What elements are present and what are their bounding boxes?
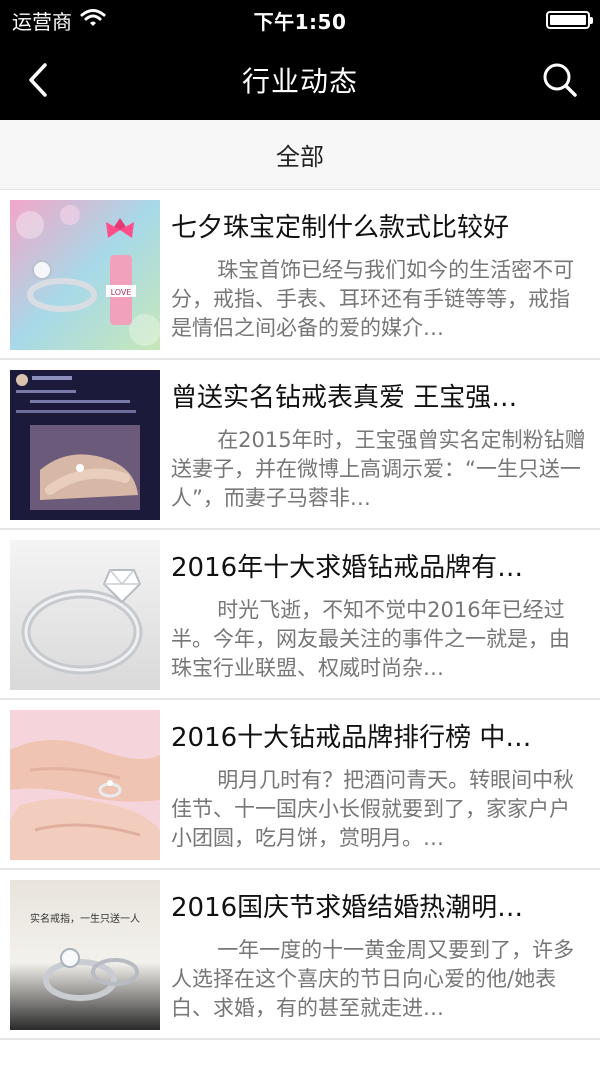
article-thumbnail	[10, 540, 160, 690]
thumbnail-caption: 实名戒指，一生只送一人	[30, 912, 140, 925]
back-button[interactable]	[18, 60, 58, 100]
filter-all-label: 全部	[276, 143, 324, 171]
article-item[interactable]: 实名戒指，一生只送一人 2016国庆节求婚结婚热潮明… 一年一度的十一黄金周又要…	[0, 870, 600, 1040]
article-title[interactable]: 2016国庆节求婚结婚热潮明…	[171, 890, 590, 926]
article-title[interactable]: 曾送实名钻戒表真爱 王宝强…	[171, 380, 590, 416]
article-summary: 明月几时有？把酒问青天。转眼间中秋佳节、十一国庆小长假就要到了，家家户户小团圆，…	[171, 768, 575, 850]
article-body: 2016年十大求婚钻戒品牌有… 时光飞逝，不知不觉中2016年已经过半。今年，网…	[171, 540, 590, 683]
status-bar: 运营商 下午1:50	[0, 0, 600, 40]
article-summary: 珠宝首饰已经与我们如今的生活密不可分，戒指、手表、耳环还有手链等等，戒指是情侣之…	[171, 258, 575, 340]
article-item[interactable]: 曾送实名钻戒表真爱 王宝强… 在2015年时，王宝强曾实名定制粉钻赠送妻子，并在…	[0, 360, 600, 530]
navigation-bar: 行业动态	[0, 40, 600, 120]
article-item[interactable]: LOVE 七夕珠宝定制什么款式比较好 珠宝首饰已经与我们如今的生活密不可分，戒指…	[0, 190, 600, 360]
battery-icon	[546, 11, 593, 29]
status-time: 下午1:50	[253, 9, 347, 34]
page-title: 行业动态	[241, 65, 358, 98]
article-title[interactable]: 七夕珠宝定制什么款式比较好	[171, 210, 590, 246]
article-summary: 在2015年时，王宝强曾实名定制粉钻赠送妻子，并在微博上高调示爱：“一生只送一人…	[171, 428, 586, 510]
article-item[interactable]: 2016年十大求婚钻戒品牌有… 时光飞逝，不知不觉中2016年已经过半。今年，网…	[0, 530, 600, 700]
article-item[interactable]: 2016十大钻戒品牌排行榜 中… 明月几时有？把酒问青天。转眼间中秋佳节、十一国…	[0, 700, 600, 870]
category-filter[interactable]: 全部	[0, 120, 600, 190]
article-body: 2016十大钻戒品牌排行榜 中… 明月几时有？把酒问青天。转眼间中秋佳节、十一国…	[171, 710, 590, 853]
article-body: 2016国庆节求婚结婚热潮明… 一年一度的十一黄金周又要到了，许多人选择在这个喜…	[171, 880, 590, 1023]
article-summary: 时光飞逝，不知不觉中2016年已经过半。今年，网友最关注的事件之一就是，由珠宝行…	[171, 598, 570, 680]
article-thumbnail: 实名戒指，一生只送一人	[10, 880, 160, 1030]
svg-text:LOVE: LOVE	[111, 288, 132, 297]
search-button[interactable]	[538, 58, 582, 102]
article-body: 七夕珠宝定制什么款式比较好 珠宝首饰已经与我们如今的生活密不可分，戒指、手表、耳…	[171, 200, 590, 343]
article-thumbnail	[10, 710, 160, 860]
article-summary: 一年一度的十一黄金周又要到了，许多人选择在这个喜庆的节日向心爱的他/她表白、求婚…	[171, 938, 575, 1020]
chevron-left-icon	[29, 63, 47, 97]
article-title[interactable]: 2016年十大求婚钻戒品牌有…	[171, 550, 590, 586]
search-icon	[543, 63, 577, 97]
article-body: 曾送实名钻戒表真爱 王宝强… 在2015年时，王宝强曾实名定制粉钻赠送妻子，并在…	[171, 370, 590, 513]
article-list: LOVE 七夕珠宝定制什么款式比较好 珠宝首饰已经与我们如今的生活密不可分，戒指…	[0, 190, 600, 1040]
article-title[interactable]: 2016十大钻戒品牌排行榜 中…	[171, 720, 590, 756]
article-thumbnail: LOVE	[10, 200, 160, 350]
article-thumbnail	[10, 370, 160, 520]
